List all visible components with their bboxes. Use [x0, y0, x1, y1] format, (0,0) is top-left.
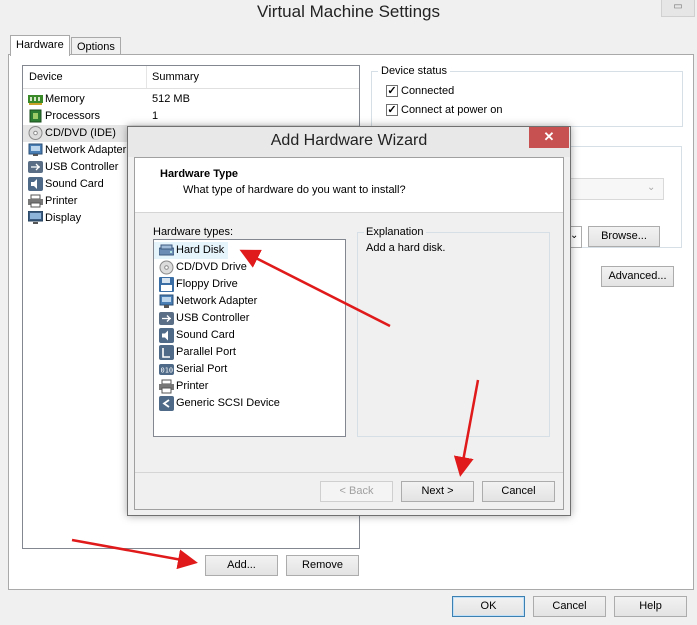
hardware-type-label: Serial Port	[176, 363, 228, 375]
hardware-type-floppy-drive[interactable]: Floppy Drive	[154, 276, 343, 293]
hardware-type-sound-card[interactable]: Sound Card	[154, 327, 343, 344]
device-name: Printer	[45, 195, 78, 207]
tab-hardware[interactable]: Hardware	[10, 35, 70, 56]
connected-checkbox[interactable]: ✓	[386, 85, 398, 97]
floppy-drive-icon	[159, 277, 174, 292]
explanation-text: Add a hard disk.	[366, 242, 446, 254]
device-name: CD/DVD (IDE)	[45, 127, 116, 139]
close-button[interactable]: ✕	[529, 127, 569, 148]
browse-button[interactable]: Browse...	[588, 226, 660, 247]
serial-port-icon: 010	[159, 362, 174, 377]
wizard-title: Add Hardware Wizard	[270, 132, 428, 149]
cancel-button[interactable]: Cancel	[533, 596, 606, 617]
column-summary[interactable]: Summary	[152, 71, 199, 83]
device-row-processors[interactable]: Processors 1	[23, 108, 359, 125]
device-name: Display	[45, 212, 82, 224]
usb-icon	[28, 160, 43, 174]
hardware-type-serial-port[interactable]: 010 Serial Port	[154, 361, 343, 378]
usb-icon	[159, 311, 174, 326]
hardware-type-label: Printer	[176, 380, 209, 392]
svg-text:010: 010	[161, 367, 174, 375]
wizard-titlebar[interactable]: Add Hardware Wizard	[128, 127, 570, 157]
device-name: Sound Card	[45, 178, 104, 190]
hardware-types-label: Hardware types:	[153, 226, 234, 238]
device-name: Network Adapter	[45, 144, 127, 156]
hardware-type-label: Hard Disk	[176, 244, 225, 256]
parallel-port-icon	[159, 345, 174, 360]
hard-disk-icon	[158, 243, 175, 258]
advanced-button[interactable]: Advanced...	[601, 266, 674, 287]
device-status-title: Device status	[378, 65, 451, 77]
display-icon	[27, 210, 44, 225]
tab-options[interactable]: Options	[71, 37, 121, 55]
device-summary: 1	[152, 110, 159, 122]
device-summary: 512 MB	[152, 93, 190, 105]
column-device[interactable]: Device	[29, 71, 63, 83]
device-name: Processors	[45, 110, 101, 122]
explanation-box	[357, 232, 550, 437]
hardware-type-label: Network Adapter	[176, 295, 258, 307]
printer-icon	[159, 379, 174, 394]
close-icon: ✕	[543, 129, 555, 144]
sound-card-icon	[159, 328, 174, 343]
chevron-down-icon: ⌄	[647, 182, 656, 193]
next-button[interactable]: Next >	[401, 481, 474, 502]
wizard-subheading: What type of hardware do you want to ins…	[183, 184, 406, 196]
image-dropdown[interactable]: ⌄	[566, 178, 664, 200]
network-adapter-icon	[28, 143, 43, 157]
device-list-header: Device Summary	[23, 66, 359, 89]
cd-dvd-icon	[159, 260, 174, 275]
wizard-cancel-button[interactable]: Cancel	[482, 481, 555, 502]
back-button[interactable]: < Back	[320, 481, 393, 502]
memory-icon	[28, 92, 43, 106]
explanation-label: Explanation	[364, 226, 426, 238]
sound-card-icon	[28, 177, 43, 191]
device-status-group	[371, 71, 683, 127]
hardware-type-network-adapter[interactable]: Network Adapter	[154, 293, 343, 310]
processor-icon	[28, 109, 43, 123]
hardware-type-label: CD/DVD Drive	[176, 261, 247, 273]
hardware-types-list[interactable]: Hard Disk CD/DVD Drive Floppy Drive Netw…	[153, 239, 346, 437]
hardware-type-label: Generic SCSI Device	[176, 397, 280, 409]
device-row-memory[interactable]: Memory 512 MB	[23, 91, 359, 108]
hardware-type-generic-scsi[interactable]: Generic SCSI Device	[154, 395, 343, 412]
hardware-type-printer[interactable]: Printer	[154, 378, 343, 395]
chevron-down-icon: ⌄	[570, 230, 579, 241]
network-adapter-icon	[159, 294, 174, 309]
hardware-type-label: Parallel Port	[176, 346, 236, 358]
wizard-divider	[135, 472, 563, 473]
ok-button[interactable]: OK	[452, 596, 525, 617]
wizard-header: Hardware Type What type of hardware do y…	[135, 158, 563, 213]
window-title: Virtual Machine Settings	[256, 2, 440, 21]
device-name: Memory	[45, 93, 85, 105]
hardware-type-label: USB Controller	[176, 312, 250, 324]
hardware-type-label: Sound Card	[176, 329, 235, 341]
hardware-type-label: Floppy Drive	[176, 278, 238, 290]
wizard-body: Hardware Type What type of hardware do y…	[134, 157, 564, 510]
device-name: USB Controller	[45, 161, 119, 173]
help-button[interactable]: Help	[614, 596, 687, 617]
hardware-type-cd-dvd-drive[interactable]: CD/DVD Drive	[154, 259, 343, 276]
scsi-device-icon	[159, 396, 174, 411]
remove-button[interactable]: Remove	[286, 555, 359, 576]
hardware-type-hard-disk[interactable]: Hard Disk	[154, 242, 228, 259]
cd-dvd-icon	[28, 126, 43, 140]
add-button[interactable]: Add...	[205, 555, 278, 576]
wizard-heading: Hardware Type	[160, 168, 239, 180]
connect-at-power-on-checkbox[interactable]: ✓	[386, 104, 398, 116]
window-control-button[interactable]: ▭	[661, 0, 695, 17]
connect-at-power-on-label: Connect at power on	[401, 104, 503, 116]
hardware-type-usb-controller[interactable]: USB Controller	[154, 310, 343, 327]
connected-label: Connected	[401, 85, 455, 97]
add-hardware-wizard: Add Hardware Wizard ✕ Hardware Type What…	[127, 126, 571, 516]
hardware-type-parallel-port[interactable]: Parallel Port	[154, 344, 343, 361]
printer-icon	[28, 194, 43, 208]
